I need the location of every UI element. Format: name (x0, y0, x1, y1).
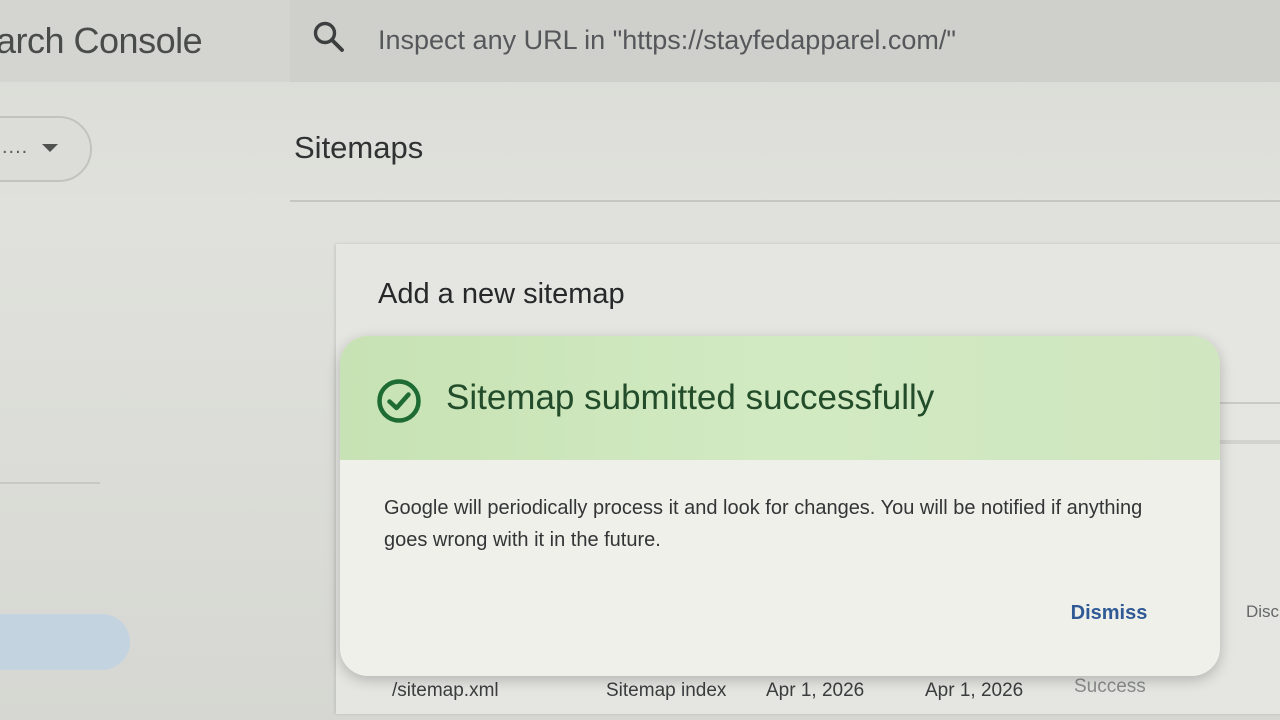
property-selector[interactable]: .... (0, 116, 92, 182)
column-header-partial: Disc (1246, 602, 1280, 621)
nav-active-item[interactable] (0, 614, 130, 670)
card-title: Add a new sitemap (378, 278, 625, 310)
card-divider (1216, 402, 1280, 404)
heading-divider (290, 200, 1280, 202)
status-cell: Success (1074, 676, 1146, 697)
search-input[interactable] (378, 18, 1258, 62)
check-circle-icon (377, 379, 421, 423)
dialog-title: Sitemap submitted successfully (446, 378, 935, 417)
success-dialog: Sitemap submitted successfully Google wi… (340, 336, 1220, 676)
property-selector-label: .... (2, 136, 29, 158)
sitemap-path-cell[interactable]: /sitemap.xml (392, 680, 499, 702)
submitted-date-cell: Apr 1, 2026 (766, 680, 865, 701)
app-title: arch Console (0, 20, 203, 61)
caret-down-icon (42, 144, 58, 152)
last-read-date-cell: Apr 1, 2026 (925, 680, 1024, 701)
page: arch Console .... Sitemaps Add a new sit… (0, 0, 1280, 720)
search-icon[interactable] (312, 20, 346, 54)
card-divider (1212, 440, 1280, 444)
nav-divider (0, 482, 100, 484)
dialog-message: Google will periodically process it and … (384, 497, 1143, 551)
dialog-header: Sitemap submitted successfully (340, 336, 1220, 460)
dismiss-button[interactable]: Dismiss (1064, 598, 1154, 628)
page-title: Sitemaps (294, 130, 424, 165)
sitemap-type-cell: Sitemap index (606, 680, 727, 701)
